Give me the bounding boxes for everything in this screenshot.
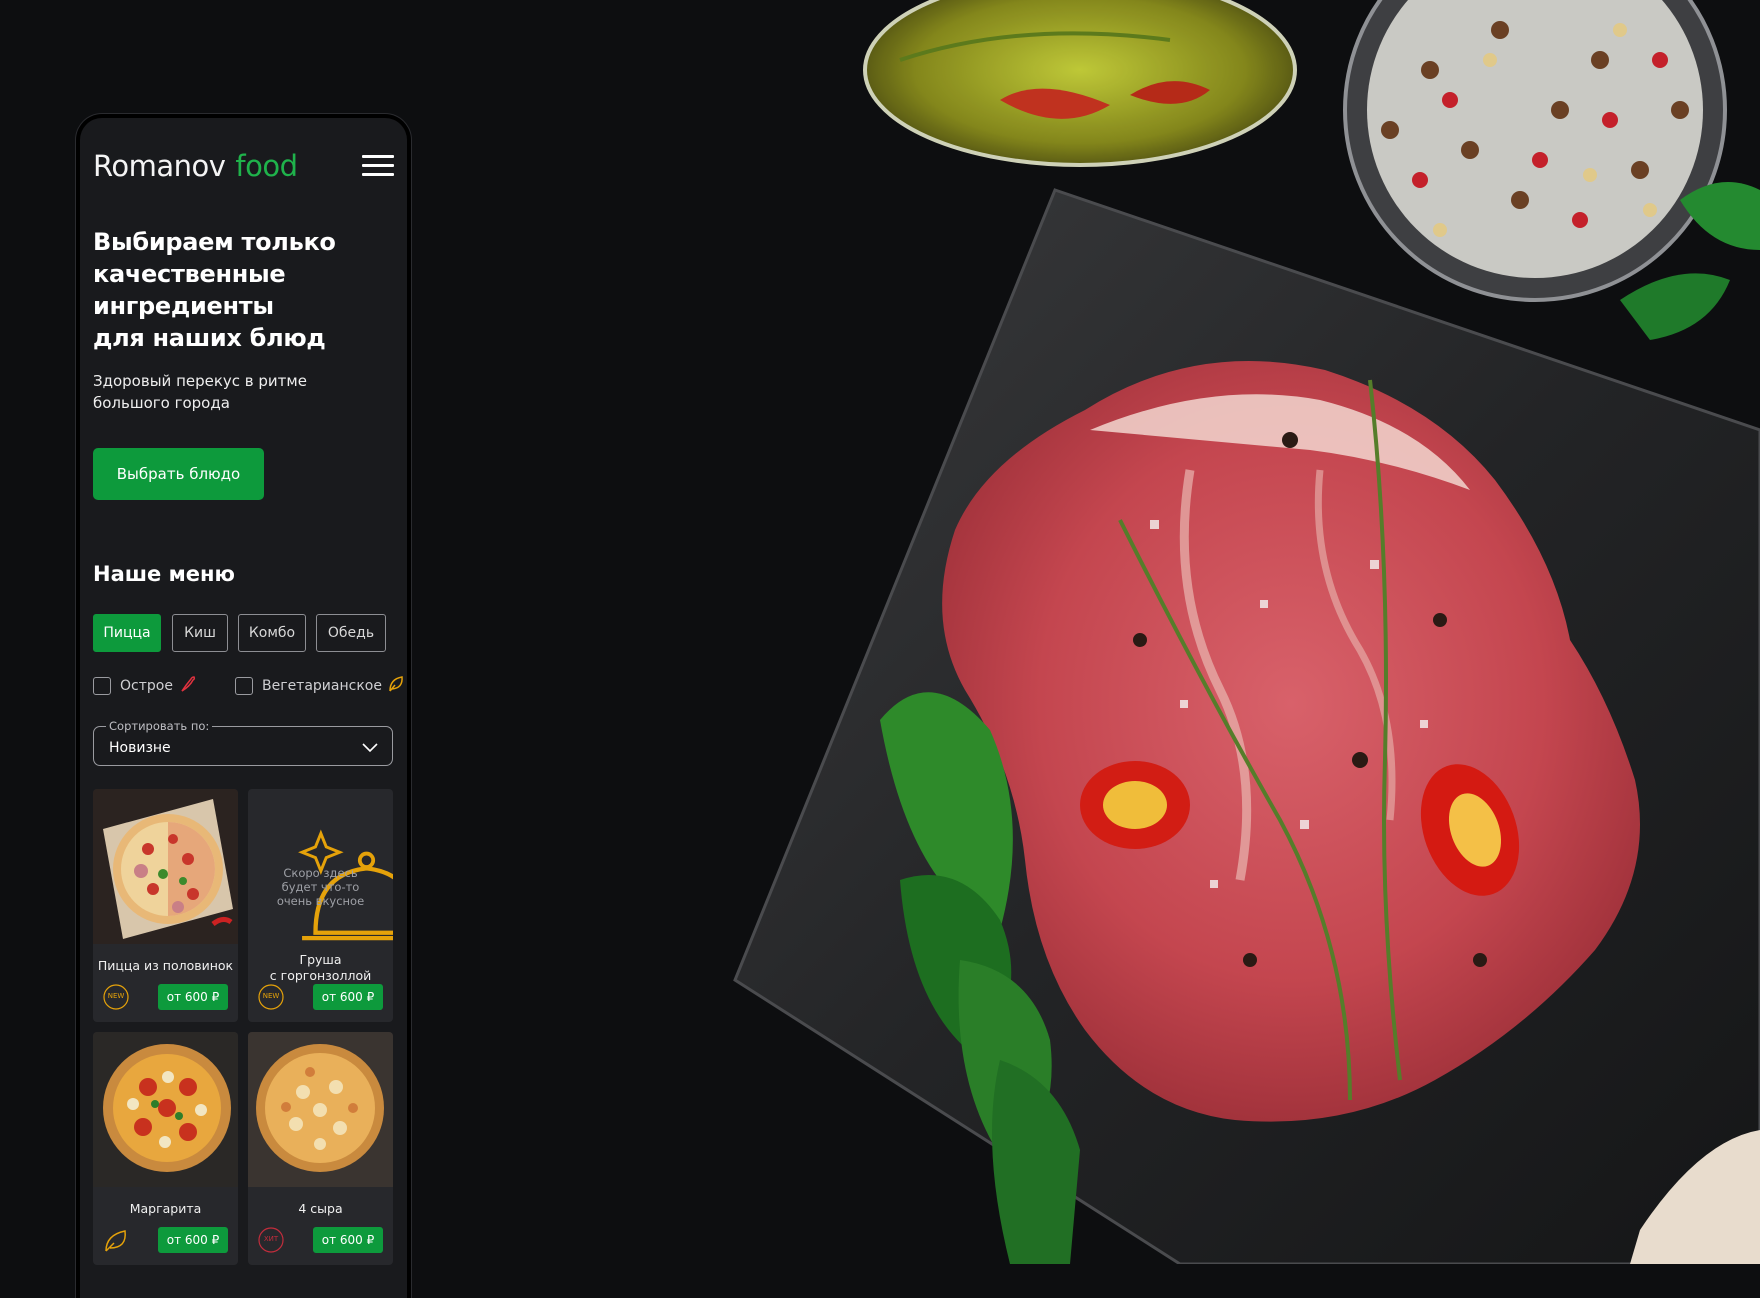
price-button[interactable]: от 600 ₽ <box>158 984 228 1010</box>
hero-subtitle: Здоровый перекус в ритме большого города <box>93 372 307 412</box>
product-name: 4 сыра <box>298 1201 343 1216</box>
tab-quiche[interactable]: Киш <box>172 614 228 652</box>
sort-value: Новизне <box>109 740 171 756</box>
chevron-down-icon <box>362 739 378 753</box>
tab-combo[interactable]: Комбо <box>238 614 306 652</box>
margherita-photo <box>93 1032 238 1187</box>
new-badge-icon: NEW <box>103 984 129 1010</box>
leaf-icon <box>387 674 405 698</box>
category-tabs: Пицца Киш Комбо Обедь <box>93 614 407 652</box>
badge-text: NEW <box>262 992 280 1000</box>
product-card[interactable]: 4 сыра ХИТ от 600 ₽ <box>248 1032 393 1265</box>
brand-logo-part2: food <box>235 149 298 183</box>
filter-spicy-label: Острое <box>120 678 173 694</box>
price-button[interactable]: от 600 ₽ <box>313 984 383 1010</box>
brand-logo-part1: Romanov <box>93 149 226 183</box>
sort-label: Сортировать по: <box>106 719 213 733</box>
leaf-icon <box>103 1227 129 1253</box>
product-card[interactable]: Маргарита от 600 ₽ <box>93 1032 238 1265</box>
mobile-phone-frame: Romanov food Выбираем только качественные… <box>76 114 411 1298</box>
price-button[interactable]: от 600 ₽ <box>158 1227 228 1253</box>
product-name: Груша с горгонзоллой <box>269 952 372 983</box>
filters: Острое Вегетарианское <box>93 674 403 698</box>
hit-badge-icon: ХИТ <box>258 1227 284 1253</box>
product-card[interactable]: Пицца из половинок NEW от 600 ₽ <box>93 789 238 1022</box>
vegetarian-checkbox[interactable] <box>235 677 253 695</box>
hamburger-menu-icon[interactable] <box>362 155 394 177</box>
placeholder-area: Скоро здесь будет что-то очень вкусное <box>248 789 393 944</box>
spicy-checkbox[interactable] <box>93 677 111 695</box>
filter-vegetarian-label: Вегетарианское <box>262 678 382 694</box>
cloche-icon <box>294 815 393 941</box>
product-card[interactable]: Скоро здесь будет что-то очень вкусное Г… <box>248 789 393 1022</box>
tab-pizza[interactable]: Пицца <box>93 614 161 652</box>
badge-text: ХИТ <box>263 1235 279 1243</box>
mobile-screen: Romanov food Выбираем только качественные… <box>80 118 407 1298</box>
choose-dish-button[interactable]: Выбрать блюдо <box>93 448 264 500</box>
badge-text: NEW <box>107 992 125 1000</box>
placeholder-text: Скоро здесь будет что-то очень вкусное <box>276 866 365 908</box>
four-cheese-photo <box>248 1032 393 1187</box>
product-name: Маргарита <box>129 1201 202 1216</box>
brand-logo[interactable]: Romanov food <box>93 146 298 186</box>
chili-pepper-icon <box>178 674 198 698</box>
half-pizza-photo <box>93 789 238 944</box>
menu-section-title: Наше меню <box>93 562 235 586</box>
price-button[interactable]: от 600 ₽ <box>313 1227 383 1253</box>
filter-spicy[interactable]: Острое <box>93 674 198 698</box>
hero-title: Выбираем только качественные ингредиенты… <box>93 228 336 352</box>
sort-select[interactable]: Сортировать по: Новизне <box>93 719 393 766</box>
product-name: Пицца из половинок <box>97 958 234 973</box>
new-badge-icon: NEW <box>258 984 284 1010</box>
filter-vegetarian[interactable]: Вегетарианское <box>235 674 405 698</box>
tab-lunch[interactable]: Обедь <box>316 614 386 652</box>
header: Romanov food <box>93 146 394 186</box>
